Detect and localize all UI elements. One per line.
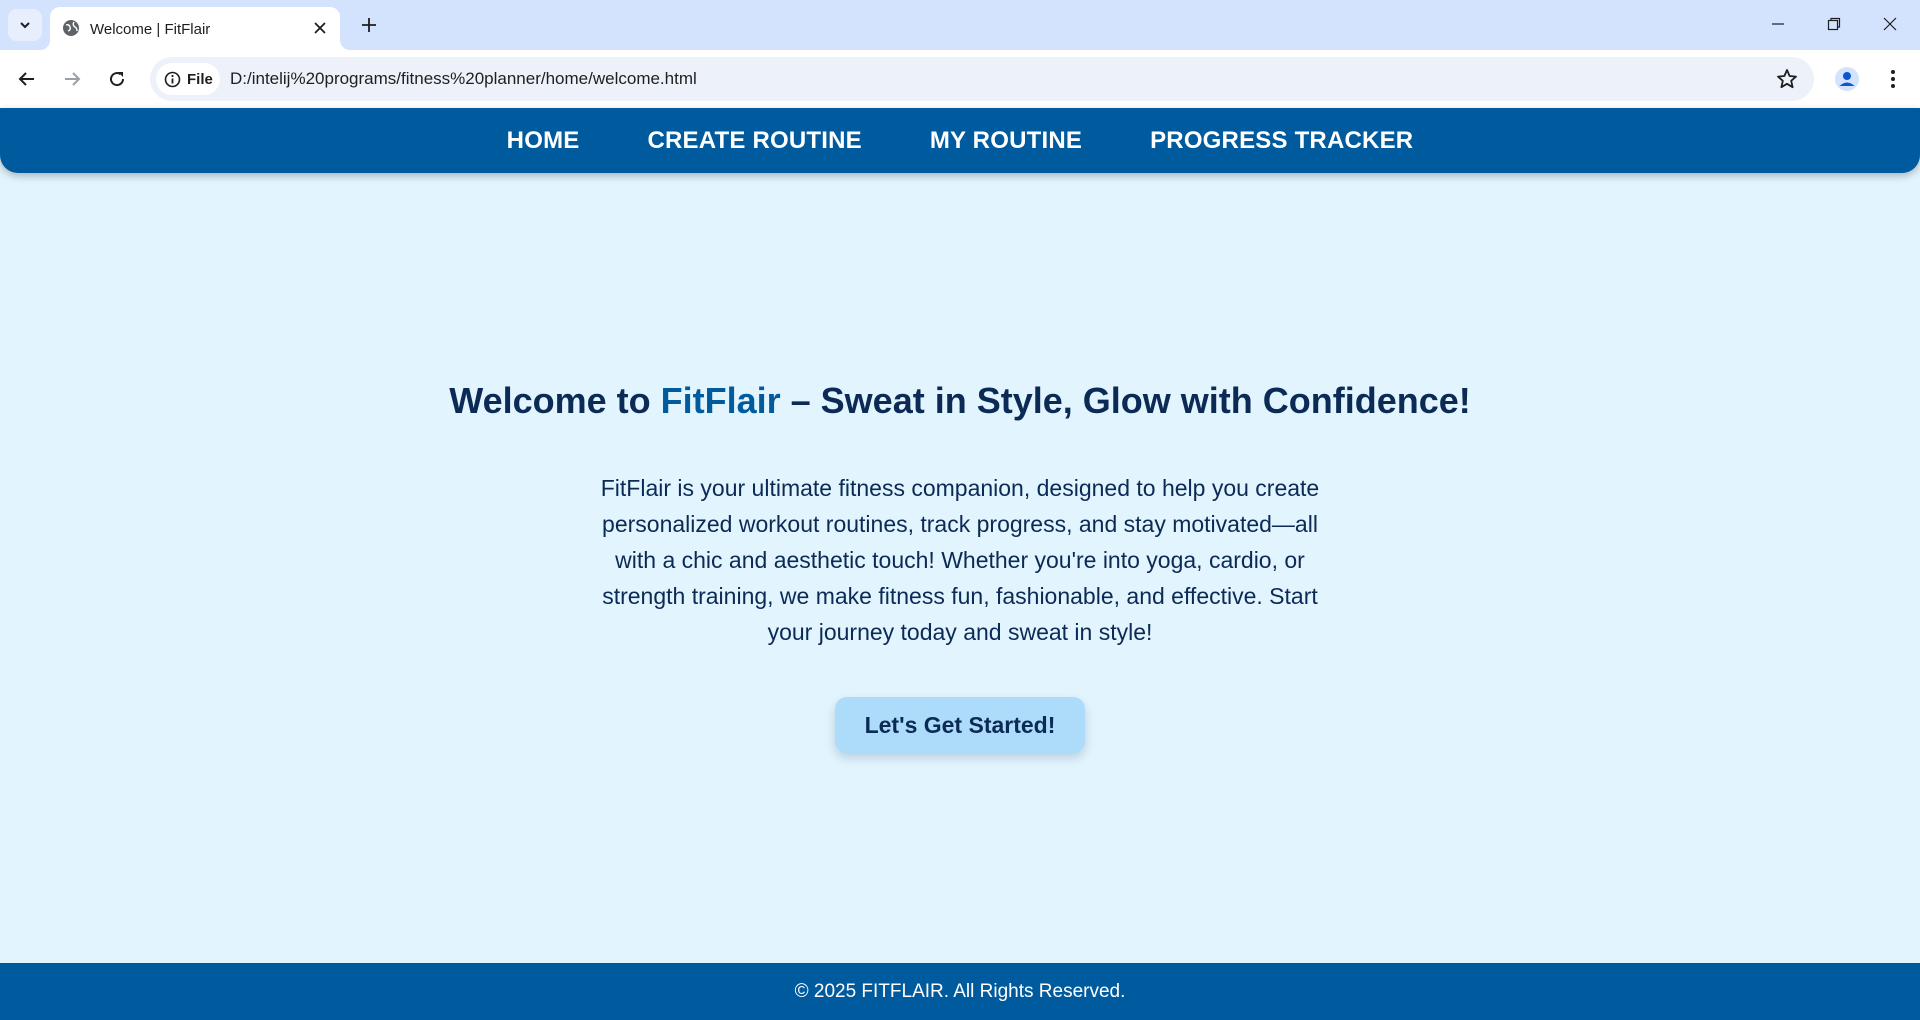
globe-icon [63, 20, 79, 36]
info-icon [164, 71, 181, 87]
browser-tab-strip: Welcome | FitFlair [0, 0, 1920, 50]
restore-icon [1827, 17, 1841, 31]
nav-link-my-routine[interactable]: MY ROUTINE [930, 127, 1082, 155]
page-title: Welcome to FitFlair – Sweat in Style, Gl… [0, 380, 1920, 422]
minimize-button[interactable] [1756, 8, 1800, 40]
url-text[interactable]: D:/intelij%20programs/fitness%20planner/… [230, 69, 697, 89]
close-icon [314, 22, 326, 34]
minimize-icon [1772, 23, 1784, 25]
address-bar[interactable]: File D:/intelij%20programs/fitness%20pla… [150, 57, 1814, 101]
site-navbar: HOME CREATE ROUTINE MY ROUTINE PROGRESS … [0, 108, 1920, 173]
site-info-chip[interactable]: File [156, 63, 220, 95]
arrow-right-icon [65, 72, 81, 86]
nav-link-create-routine[interactable]: CREATE ROUTINE [647, 127, 861, 155]
hero-description: FitFlair is your ultimate fitness compan… [600, 475, 1320, 645]
title-prefix: Welcome to [449, 380, 661, 421]
browser-menu-button[interactable] [1876, 62, 1910, 96]
site-footer: © 2025 FITFLAIR. All Rights Reserved. [0, 963, 1920, 1020]
hero-section: Welcome to FitFlair – Sweat in Style, Gl… [0, 380, 1920, 422]
avatar-icon [1835, 67, 1859, 91]
close-icon [1883, 17, 1897, 31]
nav-links: HOME CREATE ROUTINE MY ROUTINE PROGRESS … [0, 108, 1920, 173]
reload-icon [110, 72, 125, 87]
copyright-text: © 2025 FITFLAIR. All Rights Reserved. [794, 980, 1126, 1002]
close-window-button[interactable] [1868, 8, 1912, 40]
browser-tab-active[interactable]: Welcome | FitFlair [50, 7, 340, 50]
back-button[interactable] [10, 62, 44, 96]
profile-button[interactable] [1830, 62, 1864, 96]
close-tab-button[interactable] [310, 18, 330, 38]
browser-toolbar: File D:/intelij%20programs/fitness%20pla… [0, 50, 1920, 108]
site-info-label: File [187, 70, 213, 88]
restore-button[interactable] [1812, 8, 1856, 40]
nav-link-progress-tracker[interactable]: PROGRESS TRACKER [1150, 127, 1413, 155]
more-vertical-icon [1891, 70, 1895, 88]
reload-button[interactable] [100, 62, 134, 96]
bookmark-star-icon[interactable] [1776, 68, 1798, 90]
title-suffix: – Sweat in Style, Glow with Confidence! [780, 380, 1471, 421]
tab-title: Welcome | FitFlair [90, 21, 211, 38]
get-started-button[interactable]: Let's Get Started! [835, 697, 1085, 753]
nav-link-home[interactable]: HOME [507, 127, 580, 155]
brand-name: FitFlair [660, 380, 781, 421]
chevron-down-icon [20, 22, 30, 29]
forward-button[interactable] [55, 62, 89, 96]
arrow-left-icon [18, 72, 34, 86]
plus-icon [362, 18, 376, 32]
new-tab-button[interactable] [355, 11, 383, 39]
tab-search-button[interactable] [8, 9, 42, 41]
